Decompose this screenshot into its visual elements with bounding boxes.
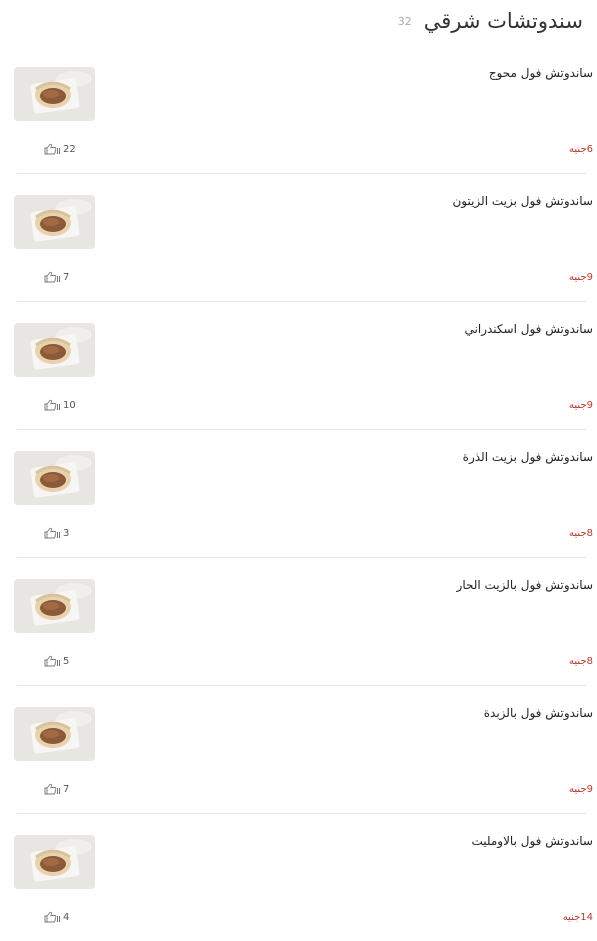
like-count: 5 [63, 655, 70, 667]
list-item[interactable]: ساندوتش فول بزيت الزيتون 7 9جنيه [14, 174, 593, 302]
item-price: 6جنيه [569, 144, 593, 155]
like-counter[interactable]: 7 [43, 783, 69, 795]
like-counter[interactable]: 3 [43, 527, 69, 539]
list-item[interactable]: ساندوتش فول بالاومليت 4 14جنيه [14, 814, 593, 941]
list-item[interactable]: ساندوتش فول بزيت الذرة 3 8جنيه [14, 430, 593, 558]
sandwich-image [14, 195, 95, 249]
sandwich-image [14, 579, 95, 633]
like-count: 4 [63, 911, 70, 923]
item-price: 14جنيه [562, 912, 593, 923]
item-name[interactable]: ساندوتش فول بالزبدة [484, 706, 593, 720]
thumbs-up-icon[interactable] [43, 783, 61, 795]
item-image[interactable] [14, 195, 95, 249]
list-item[interactable]: ساندوتش فول محوج 22 6جنيه [14, 46, 593, 174]
thumbs-up-icon[interactable] [43, 655, 61, 667]
sandwich-image [14, 707, 95, 761]
item-name[interactable]: ساندوتش فول اسكندراني [465, 322, 593, 336]
item-name[interactable]: ساندوتش فول محوج [489, 66, 593, 80]
sandwich-image [14, 451, 95, 505]
item-name[interactable]: ساندوتش فول بالاومليت [471, 834, 593, 848]
thumbs-up-icon[interactable] [43, 399, 61, 411]
item-image[interactable] [14, 451, 95, 505]
item-price: 9جنيه [569, 784, 593, 795]
page-header: سندوتشات شرقي 32 [14, 4, 583, 38]
item-price: 8جنيه [569, 528, 593, 539]
like-count: 10 [63, 399, 76, 411]
page-title: سندوتشات شرقي [423, 9, 583, 33]
menu-list: ساندوتش فول محوج 22 6جنيه ساندوتش فول بز… [0, 46, 597, 941]
like-count: 3 [63, 527, 70, 539]
item-name[interactable]: ساندوتش فول بالزيت الحار [457, 578, 593, 592]
thumbs-up-icon[interactable] [43, 143, 61, 155]
like-count: 7 [63, 271, 70, 283]
like-counter[interactable]: 7 [43, 271, 69, 283]
like-counter[interactable]: 22 [43, 143, 76, 155]
list-item[interactable]: ساندوتش فول اسكندراني 10 9جنيه [14, 302, 593, 430]
item-image[interactable] [14, 707, 95, 761]
thumbs-up-icon[interactable] [43, 911, 61, 923]
item-image[interactable] [14, 579, 95, 633]
item-image[interactable] [14, 323, 95, 377]
like-counter[interactable]: 10 [43, 399, 76, 411]
item-image[interactable] [14, 67, 95, 121]
item-name[interactable]: ساندوتش فول بزيت الذرة [463, 450, 593, 464]
like-count: 22 [63, 143, 76, 155]
thumbs-up-icon[interactable] [43, 271, 61, 283]
item-price: 9جنيه [569, 272, 593, 283]
item-price: 9جنيه [569, 400, 593, 411]
sandwich-image [14, 323, 95, 377]
item-price: 8جنيه [569, 656, 593, 667]
item-count: 32 [397, 14, 412, 28]
sandwich-image [14, 67, 95, 121]
like-counter[interactable]: 4 [43, 911, 69, 923]
item-image[interactable] [14, 835, 95, 889]
thumbs-up-icon[interactable] [43, 527, 61, 539]
like-count: 7 [63, 783, 70, 795]
list-item[interactable]: ساندوتش فول بالزبدة 7 9جنيه [14, 686, 593, 814]
list-item[interactable]: ساندوتش فول بالزيت الحار 5 8جنيه [14, 558, 593, 686]
sandwich-image [14, 835, 95, 889]
like-counter[interactable]: 5 [43, 655, 69, 667]
item-name[interactable]: ساندوتش فول بزيت الزيتون [452, 194, 593, 208]
